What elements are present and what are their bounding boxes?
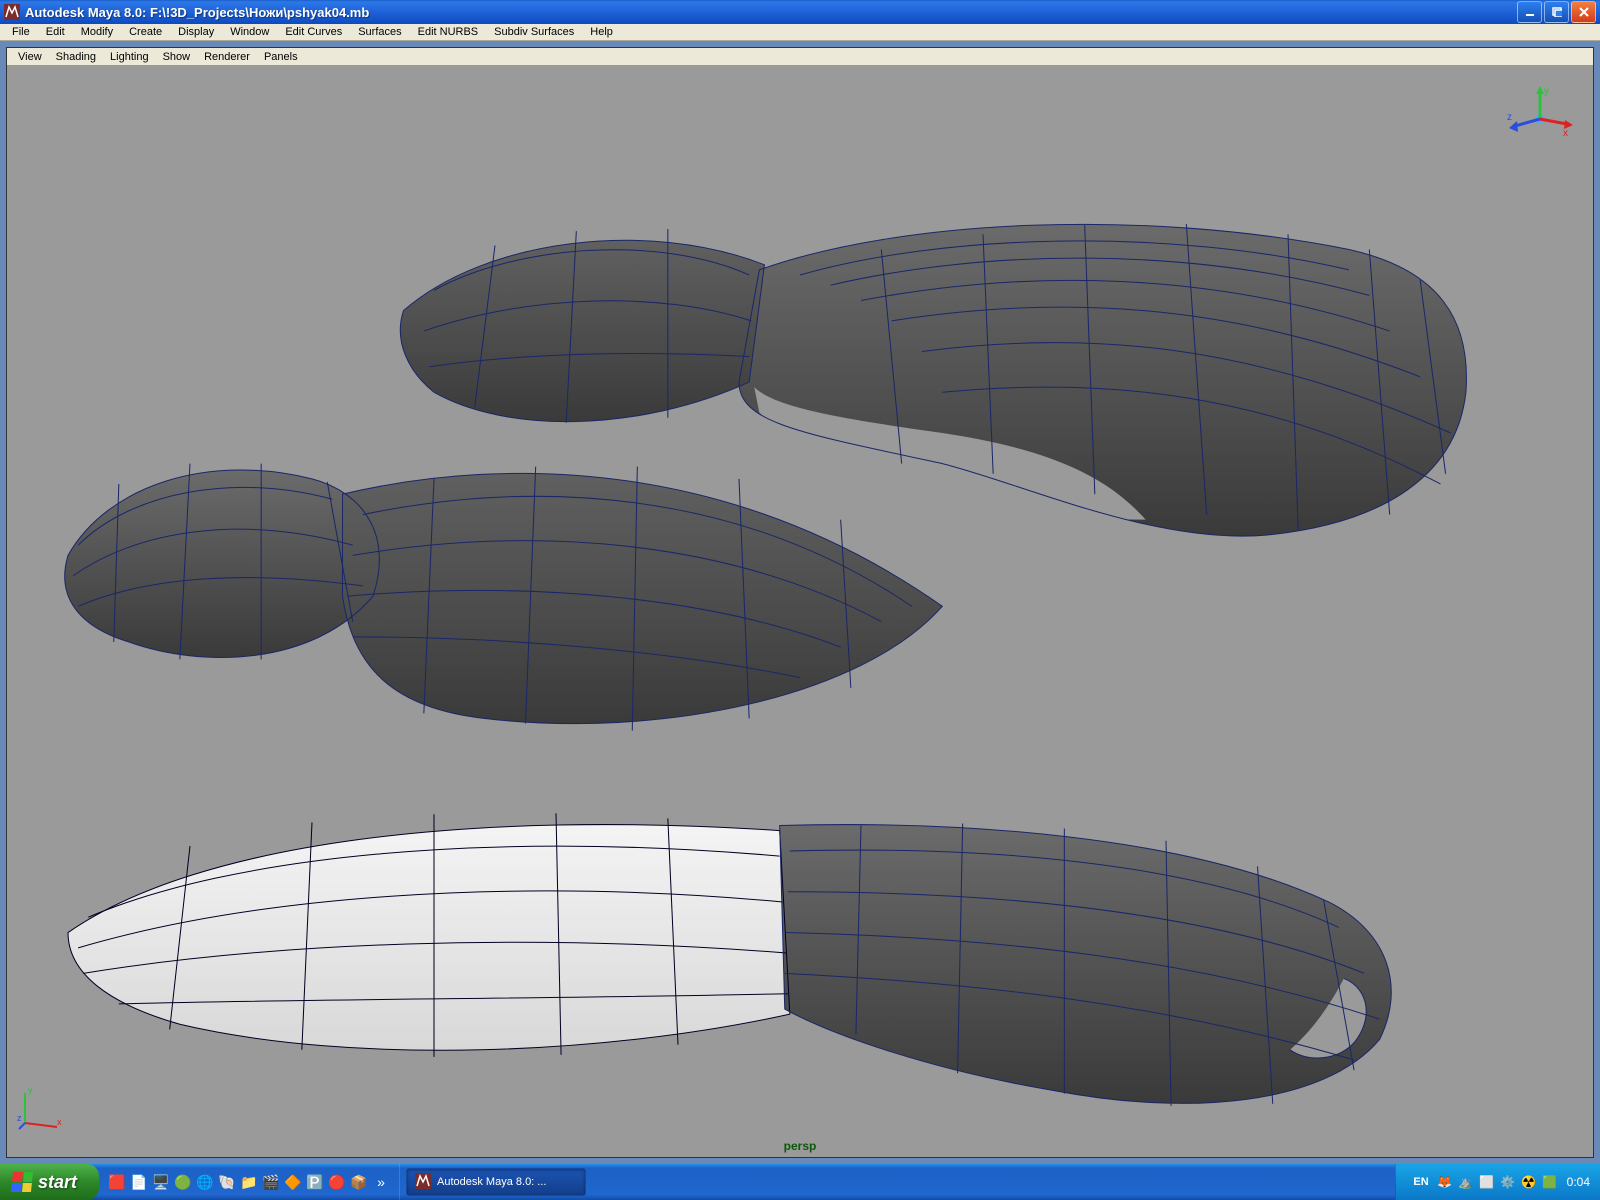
taskbar-clock[interactable]: 0:04 xyxy=(1567,1175,1590,1189)
tray-icon-2[interactable]: ⛰️ xyxy=(1458,1174,1474,1190)
axis-z-label: z xyxy=(1507,112,1512,123)
menu-display[interactable]: Display xyxy=(170,24,222,40)
origin-axis-gizmo: y x z xyxy=(17,1081,67,1131)
tray-icon-5[interactable]: ☢️ xyxy=(1521,1174,1537,1190)
tray-icon-4[interactable]: ⚙️ xyxy=(1500,1174,1516,1190)
vmenu-show[interactable]: Show xyxy=(156,50,198,64)
close-button[interactable] xyxy=(1571,1,1596,23)
taskbar-app-maya[interactable]: Autodesk Maya 8.0: ... xyxy=(406,1168,586,1196)
vmenu-renderer[interactable]: Renderer xyxy=(197,50,257,64)
menu-edit-nurbs[interactable]: Edit NURBS xyxy=(410,24,487,40)
ql-expand-chevron-icon[interactable]: » xyxy=(371,1172,391,1192)
menu-window[interactable]: Window xyxy=(222,24,277,40)
viewport-menu-bar: View Shading Lighting Show Renderer Pane… xyxy=(7,48,1593,66)
window-controls xyxy=(1517,1,1596,23)
vmenu-shading[interactable]: Shading xyxy=(49,50,103,64)
start-label: start xyxy=(38,1172,77,1193)
windows-taskbar: start 🟥 📄 🖥️ 🟢 🌐 🐚 📁 🎬 🔶 🅿️ 🔴 📦 » Autode… xyxy=(0,1164,1600,1200)
ql-icon-12[interactable]: 📦 xyxy=(349,1172,369,1192)
minimize-button[interactable] xyxy=(1517,1,1542,23)
menu-edit-curves[interactable]: Edit Curves xyxy=(277,24,350,40)
menu-subdiv-surfaces[interactable]: Subdiv Surfaces xyxy=(486,24,582,40)
ql-icon-8[interactable]: 🎬 xyxy=(261,1172,281,1192)
vmenu-lighting[interactable]: Lighting xyxy=(103,50,156,64)
vmenu-view[interactable]: View xyxy=(11,50,49,64)
ql-icon-6[interactable]: 🐚 xyxy=(217,1172,237,1192)
ql-icon-10[interactable]: 🅿️ xyxy=(305,1172,325,1192)
tray-icon-3[interactable]: ⬜ xyxy=(1479,1174,1495,1190)
window-title-bar: Autodesk Maya 8.0: F:\!3D_Projects\Ножи\… xyxy=(0,0,1600,24)
taskbar-app-label: Autodesk Maya 8.0: ... xyxy=(437,1176,546,1188)
windows-logo-icon xyxy=(11,1172,33,1192)
ql-icon-11[interactable]: 🔴 xyxy=(327,1172,347,1192)
ql-icon-2[interactable]: 📄 xyxy=(129,1172,149,1192)
vmenu-panels[interactable]: Panels xyxy=(257,50,305,64)
svg-text:z: z xyxy=(17,1113,22,1123)
menu-surfaces[interactable]: Surfaces xyxy=(350,24,409,40)
menu-create[interactable]: Create xyxy=(121,24,170,40)
viewport-panel: View Shading Lighting Show Renderer Pane… xyxy=(6,47,1594,1158)
ql-icon-4[interactable]: 🟢 xyxy=(173,1172,193,1192)
viewport-3d-scene xyxy=(7,66,1593,1157)
ql-icon-5[interactable]: 🌐 xyxy=(195,1172,215,1192)
ql-icon-7[interactable]: 📁 xyxy=(239,1172,259,1192)
quick-launch-bar: 🟥 📄 🖥️ 🟢 🌐 🐚 📁 🎬 🔶 🅿️ 🔴 📦 » xyxy=(99,1164,400,1200)
axis-x-label: x xyxy=(1563,128,1568,139)
viewport-canvas[interactable]: y x z y x z xyxy=(7,66,1593,1157)
camera-name-label: persp xyxy=(784,1139,817,1153)
tray-icon-1[interactable]: 🦊 xyxy=(1437,1174,1453,1190)
maximize-button[interactable] xyxy=(1544,1,1569,23)
app-body: View Shading Lighting Show Renderer Pane… xyxy=(0,41,1600,1164)
knife-model-2 xyxy=(65,464,943,731)
svg-text:y: y xyxy=(28,1085,33,1095)
ql-icon-3[interactable]: 🖥️ xyxy=(151,1172,171,1192)
menu-modify[interactable]: Modify xyxy=(73,24,121,40)
language-indicator[interactable]: EN xyxy=(1410,1175,1431,1189)
main-menu-bar: File Edit Modify Create Display Window E… xyxy=(0,24,1600,41)
start-button[interactable]: start xyxy=(0,1164,99,1200)
menu-help[interactable]: Help xyxy=(582,24,621,40)
svg-text:x: x xyxy=(57,1117,62,1127)
ql-icon-1[interactable]: 🟥 xyxy=(107,1172,127,1192)
knife-model-3 xyxy=(68,813,1391,1106)
axis-y-label: y xyxy=(1544,86,1549,97)
system-tray: EN 🦊 ⛰️ ⬜ ⚙️ ☢️ 🟩 0:04 xyxy=(1395,1164,1600,1200)
tray-icon-6[interactable]: 🟩 xyxy=(1542,1174,1558,1190)
menu-file[interactable]: File xyxy=(4,24,38,40)
view-axis-gizmo[interactable]: y x z xyxy=(1505,84,1575,154)
maya-task-icon xyxy=(415,1173,431,1192)
menu-edit[interactable]: Edit xyxy=(38,24,73,40)
ql-icon-9[interactable]: 🔶 xyxy=(283,1172,303,1192)
window-title: Autodesk Maya 8.0: F:\!3D_Projects\Ножи\… xyxy=(25,5,1517,20)
task-buttons-area: Autodesk Maya 8.0: ... xyxy=(400,1164,1395,1200)
maya-app-icon xyxy=(4,4,20,20)
